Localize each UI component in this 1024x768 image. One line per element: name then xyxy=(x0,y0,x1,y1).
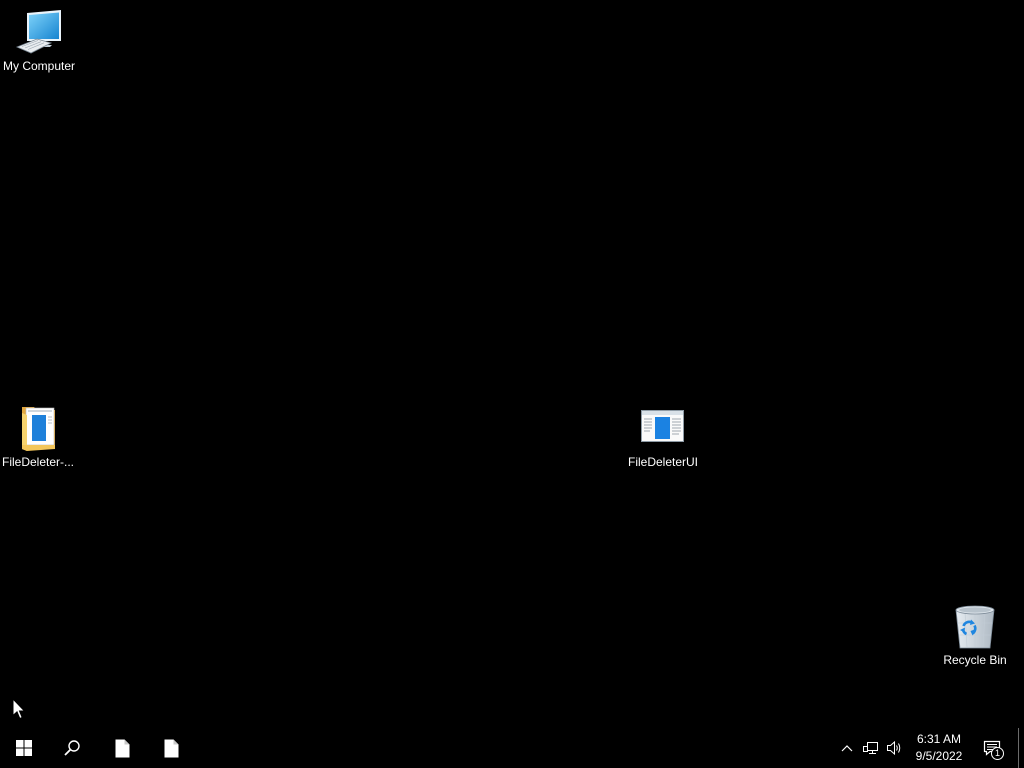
network-icon xyxy=(863,742,878,754)
recycle-bin-icon xyxy=(955,605,995,649)
desktop-icon-label: FileDeleter-... xyxy=(1,455,75,469)
application-window-icon xyxy=(641,410,684,442)
clock-time: 6:31 AM xyxy=(916,732,962,746)
start-button[interactable] xyxy=(0,728,48,768)
clock-date: 9/5/2022 xyxy=(915,749,963,763)
taskbar-pinned-item[interactable] xyxy=(147,728,195,768)
desktop[interactable]: My Computer FileDeleter-... FileDeleterU… xyxy=(0,0,1024,728)
show-desktop-button[interactable] xyxy=(1018,728,1024,768)
chevron-up-icon xyxy=(841,745,853,752)
search-icon xyxy=(64,740,80,756)
volume-button[interactable] xyxy=(882,728,906,768)
notification-badge: 1 xyxy=(991,747,1004,760)
desktop-icon-label: Recycle Bin xyxy=(943,653,1007,667)
tray-overflow-button[interactable] xyxy=(835,728,859,768)
document-icon xyxy=(164,739,178,757)
mouse-pointer-icon xyxy=(12,698,26,720)
desktop-icon-filedeleter-folder[interactable]: FileDeleter-... xyxy=(0,405,76,469)
network-button[interactable] xyxy=(859,728,883,768)
action-center-button[interactable]: 1 xyxy=(976,728,1012,768)
desktop-icon-my-computer[interactable]: My Computer xyxy=(1,9,77,73)
volume-icon xyxy=(887,740,901,756)
search-button[interactable] xyxy=(48,728,96,768)
clock[interactable]: 6:31 AM 9/5/2022 xyxy=(910,728,968,768)
taskbar-pinned-item[interactable] xyxy=(98,728,146,768)
desktop-icon-filedeleterui[interactable]: FileDeleterUI xyxy=(625,405,701,469)
document-icon xyxy=(115,739,129,757)
windows-logo-icon xyxy=(16,740,32,756)
desktop-icon-recycle-bin[interactable]: Recycle Bin xyxy=(937,603,1013,667)
computer-icon xyxy=(15,10,61,54)
desktop-icon-label: FileDeleterUI xyxy=(627,455,699,469)
folder-icon xyxy=(22,407,55,451)
desktop-icon-label: My Computer xyxy=(2,59,76,73)
taskbar: 6:31 AM 9/5/2022 1 xyxy=(0,728,1024,768)
